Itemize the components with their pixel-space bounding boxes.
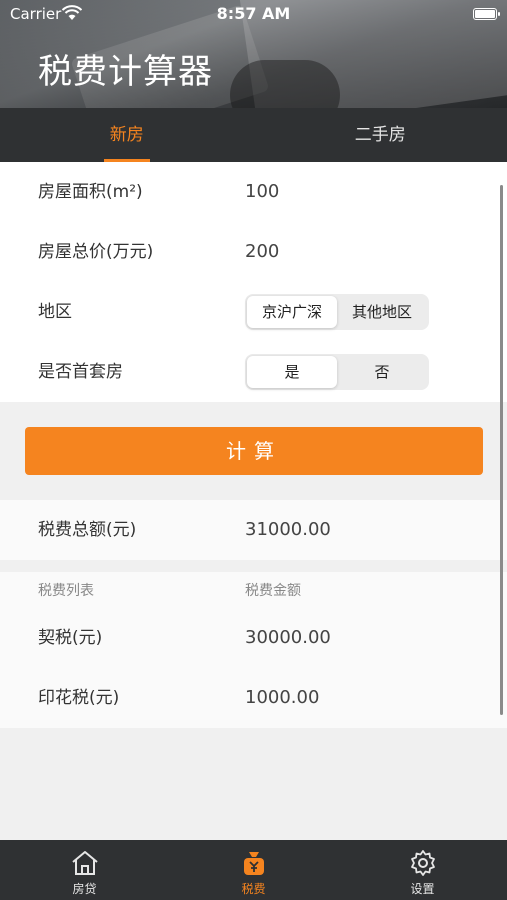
tab-new-house[interactable]: 新房 [0,108,254,162]
nav-item-settings[interactable]: 设置 [338,840,507,900]
first-home-label: 是否首套房 [38,362,123,382]
table-row: 印花税(元) 1000.00 [0,668,507,728]
tax-bag-icon [243,852,264,875]
tax-item-value: 1000.00 [245,687,320,708]
column-header-tax-item: 税费列表 [38,583,94,599]
tab-bar: 新房 二手房 [0,108,507,162]
region-option-tier1[interactable]: 京沪广深 [247,296,337,328]
nav-item-mortgage[interactable]: 房贷 [0,840,169,900]
calculate-button[interactable]: 计算 [25,427,483,475]
house-icon [71,851,98,875]
region-label: 地区 [38,302,72,322]
area-row: 房屋面积(m²) 100 [0,162,507,222]
battery-icon [473,8,500,20]
nav-label: 设置 [410,882,435,896]
first-home-row: 是否首套房 是 否 [0,342,507,402]
tax-breakdown: 税费列表 税费金额 契税(元) 30000.00 印花税(元) 1000.00 [0,572,507,728]
total-price-label: 房屋总价(万元) [38,242,154,262]
first-home-option-no[interactable]: 否 [337,356,427,388]
total-tax-label: 税费总额(元) [38,520,137,540]
clock: 8:57 AM [216,4,291,23]
tab-second-hand-house[interactable]: 二手房 [254,108,507,162]
input-form: 房屋面积(m²) 100 房屋总价(万元) 200 地区 京沪广深 其他地区 是… [0,162,507,402]
area-label: 房屋面积(m²) [38,182,143,202]
nav-label: 税费 [241,882,266,896]
first-home-segmented-control: 是 否 [245,354,429,390]
page-title: 税费计算器 [38,52,213,92]
tax-item-value: 30000.00 [245,627,331,648]
tax-item-label: 印花税(元) [38,688,120,708]
total-tax-value: 31000.00 [245,519,331,540]
nav-label: 房贷 [72,882,97,896]
column-header-tax-amount: 税费金额 [245,583,301,599]
gear-icon [410,850,435,876]
header-banner: Carrier 8:57 AM 税费计算器 [0,0,507,108]
total-tax-row: 税费总额(元) 31000.00 [0,500,507,560]
total-price-input[interactable]: 200 [245,222,279,282]
tab-label: 二手房 [354,125,406,145]
tax-item-label: 契税(元) [38,628,103,648]
region-segmented-control: 京沪广深 其他地区 [245,294,429,330]
bottom-tab-bar: 房贷 税费 设置 [0,840,507,900]
region-option-other[interactable]: 其他地区 [337,296,427,328]
region-row: 地区 京沪广深 其他地区 [0,282,507,342]
nav-item-tax[interactable]: 税费 [169,840,338,900]
scrollbar[interactable] [500,185,503,715]
table-row: 契税(元) 30000.00 [0,608,507,668]
total-price-row: 房屋总价(万元) 200 [0,222,507,282]
area-input[interactable]: 100 [245,162,279,222]
status-bar: Carrier 8:57 AM [0,0,507,28]
tab-label: 新房 [109,125,144,145]
first-home-option-yes[interactable]: 是 [247,356,337,388]
